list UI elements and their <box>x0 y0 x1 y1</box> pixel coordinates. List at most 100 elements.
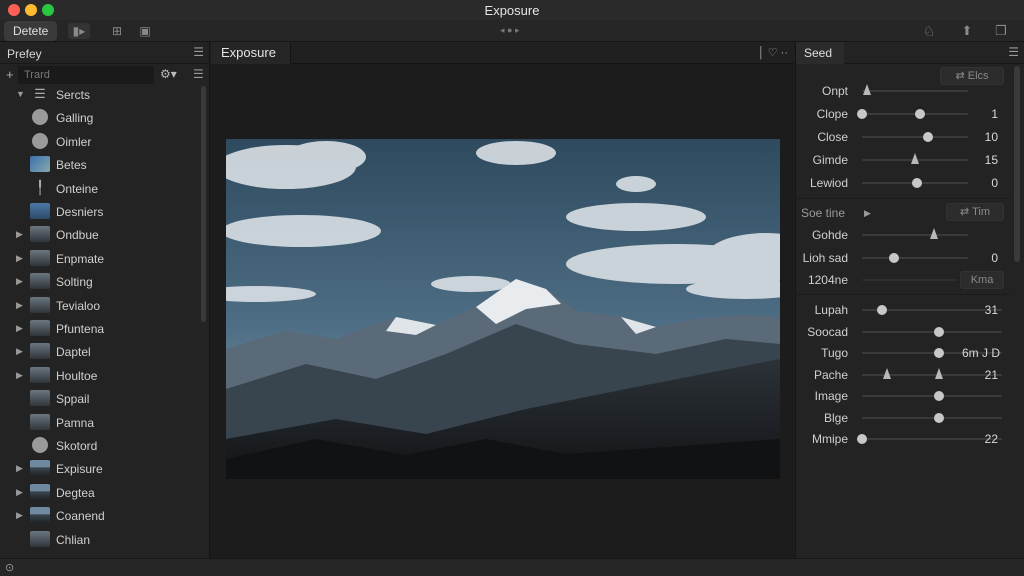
library-item[interactable]: Pamna <box>0 413 200 433</box>
viewer-options-icon[interactable]: │ ♡ ·· <box>758 46 788 59</box>
slider-knob[interactable] <box>857 109 867 119</box>
slider-knob[interactable] <box>934 391 944 401</box>
library-item[interactable]: Galling <box>0 108 200 128</box>
adjustment-label: Clope <box>816 107 848 121</box>
library-item[interactable]: ▶ Daptel <box>0 342 200 362</box>
slider-knob[interactable] <box>922 132 933 142</box>
library-item-label: Sppail <box>56 392 90 407</box>
adjustments-tab[interactable]: Seed <box>796 42 845 64</box>
slider-knob[interactable] <box>857 434 867 444</box>
item-thumbnail-icon <box>30 460 50 477</box>
library-item[interactable]: ▶ Tevialoo <box>0 296 200 316</box>
slider-knob[interactable] <box>934 348 944 358</box>
library-item-label: Desniers <box>56 205 104 219</box>
slider-knob[interactable] <box>934 326 944 337</box>
viewer-header: Exposure │ ♡ ·· <box>211 42 794 64</box>
slider-knob[interactable] <box>888 252 899 263</box>
add-icon[interactable]: + <box>6 67 14 82</box>
library-item[interactable]: Desniers <box>0 202 200 222</box>
viewer-tab[interactable]: Exposure <box>211 42 291 64</box>
disclosure-closed-icon[interactable]: ▶ <box>16 487 23 498</box>
disclosure-open-icon[interactable]: ▼ <box>16 89 25 99</box>
adjustment-slider[interactable] <box>862 90 968 92</box>
disclosure-closed-icon[interactable]: ▶ <box>16 229 23 240</box>
list-view-icon[interactable]: ☰ <box>193 67 204 81</box>
library-item[interactable]: Skotord <box>0 436 200 456</box>
frame-icon[interactable]: ▣ <box>136 23 154 39</box>
library-item[interactable]: ▶ Pfuntena <box>0 319 200 339</box>
library-item-label: Oimler <box>56 134 92 149</box>
slider-knob[interactable] <box>876 305 887 315</box>
slider-marker-icon[interactable] <box>883 367 892 379</box>
adjustment-row: Lupah 31 <box>796 301 1010 319</box>
disclosure-closed-icon[interactable]: ▶ <box>16 510 23 521</box>
secondary-button[interactable]: Kma <box>960 271 1004 289</box>
adjustment-slider[interactable] <box>862 256 968 259</box>
disclosure-closed-icon[interactable]: ▶ <box>16 370 23 381</box>
slider-marker-icon[interactable] <box>930 228 939 239</box>
slider-marker-icon[interactable] <box>863 84 872 95</box>
library-item[interactable]: ▶ Houltoe <box>0 366 200 386</box>
adjustment-slider[interactable] <box>862 330 1002 333</box>
navigation-arrows-icon[interactable]: ◂ ● ▸ <box>500 25 519 36</box>
section-expand-icon[interactable]: ▶ <box>864 208 871 219</box>
adjustments-scrollbar[interactable] <box>1014 66 1020 262</box>
adjustment-slider[interactable] <box>862 416 1002 419</box>
adjustment-label: Image <box>814 389 848 403</box>
adjustment-label: Lioh sad <box>802 250 848 265</box>
library-item[interactable]: Chlian <box>0 530 200 550</box>
grid-icon[interactable]: ⊞ <box>108 23 126 39</box>
library-item[interactable]: ▶ Expisure <box>0 459 200 479</box>
adjustment-label: Gohde <box>811 228 848 242</box>
sliders-icon: ⇄ <box>955 70 968 82</box>
adjustments-menu-icon[interactable]: ☰ <box>1008 45 1019 59</box>
library-item[interactable]: Betes <box>0 155 200 175</box>
library-item-label: Enpmate <box>56 251 105 266</box>
library-item[interactable]: ▶ Coanend <box>0 506 200 526</box>
library-item-label: Houltoe <box>56 368 98 383</box>
disclosure-closed-icon[interactable]: ▶ <box>16 463 23 474</box>
library-item[interactable]: ▶ Degtea <box>0 483 200 503</box>
section-button[interactable]: ⇄ Tim <box>946 203 1004 221</box>
adjustment-value: 6m J D <box>961 346 1000 360</box>
library-item[interactable]: Oimler <box>0 132 200 152</box>
disclosure-closed-icon[interactable]: ▶ <box>16 253 23 264</box>
disclosure-closed-icon[interactable]: ▶ <box>16 300 23 311</box>
toolbar-tab-delete[interactable]: Detete <box>4 21 58 41</box>
library-search-input[interactable] <box>18 66 154 84</box>
library-item[interactable]: Sppail <box>0 389 200 409</box>
library-item-label: Solting <box>56 275 93 290</box>
adjustment-slider[interactable] <box>862 136 968 138</box>
adjustment-row: Gimde 15 <box>796 151 1010 169</box>
library-item[interactable]: ▶ Solting <box>0 272 200 292</box>
settings-gear-icon[interactable]: ⚙▾ <box>160 67 177 81</box>
adjustment-slider[interactable] <box>862 234 968 236</box>
disclosure-closed-icon[interactable]: ▶ <box>16 323 23 334</box>
disclosure-closed-icon[interactable]: ▶ <box>16 346 23 357</box>
view-toggle-icon[interactable]: ▮▸ <box>68 23 90 39</box>
adjustment-slider[interactable] <box>862 395 1002 397</box>
slider-marker-icon[interactable] <box>935 367 943 379</box>
library-menu-icon[interactable]: ☰ <box>193 45 204 59</box>
adjustment-slider[interactable] <box>862 279 958 281</box>
library-item[interactable]: ▶ Enpmate <box>0 249 200 269</box>
info-icon[interactable]: ⊙ <box>5 561 14 574</box>
copy-icon[interactable]: ❐ <box>992 23 1010 39</box>
library-item-label: Onteine <box>56 181 99 196</box>
library-item[interactable]: ▼ ☰ Sercts <box>0 85 200 105</box>
slider-knob[interactable] <box>934 412 944 423</box>
slider-marker-icon[interactable] <box>911 153 919 164</box>
share-icon[interactable]: ⬆ <box>958 23 976 39</box>
adjustment-row: Blge <box>796 409 1010 427</box>
library-scrollbar[interactable] <box>201 86 206 322</box>
library-item-label: Pamna <box>56 415 95 430</box>
adjustment-row: Soocad <box>796 323 1010 341</box>
library-item[interactable]: ▶ Ondbue <box>0 225 200 245</box>
slider-knob[interactable] <box>912 178 923 188</box>
adjustment-row: Lioh sad 0 <box>796 249 1010 267</box>
slider-knob[interactable] <box>915 109 926 119</box>
library-item[interactable]: ╿ Onteine <box>0 179 200 199</box>
disclosure-closed-icon[interactable]: ▶ <box>16 276 23 287</box>
adjustment-label: Blge <box>823 410 848 425</box>
badge-icon[interactable]: ♘ <box>920 23 938 39</box>
